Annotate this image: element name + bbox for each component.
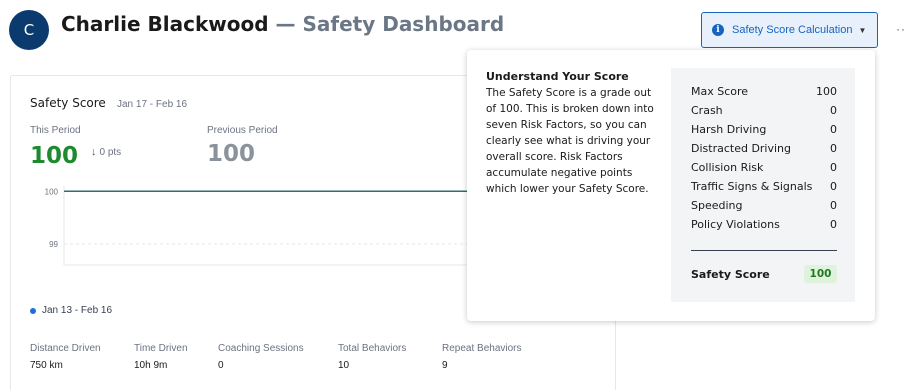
row-label: Traffic Signs & Signals — [691, 180, 813, 193]
row-value: 0 — [830, 161, 837, 174]
row-label: Policy Violations — [691, 218, 780, 231]
y-tick-label: 100 — [45, 187, 59, 196]
stat-label: Time Driven — [134, 343, 188, 354]
score-calculation-popover: Understand Your Score The Safety Score i… — [467, 50, 875, 321]
breakdown-row: Crash 0 — [691, 104, 837, 117]
popover-heading: Understand Your Score — [486, 70, 629, 83]
row-value: 0 — [830, 218, 837, 231]
this-period-score: 100 — [30, 143, 79, 169]
row-label: Max Score — [691, 85, 749, 98]
previous-period-score: 100 — [207, 141, 256, 167]
previous-period-label: Previous Period — [207, 125, 278, 136]
stat-time: Time Driven 10h 9m — [134, 343, 188, 371]
stat-value: 0 — [218, 360, 224, 371]
row-label: Distracted Driving — [691, 142, 792, 155]
caret-down-icon: ▼ — [858, 25, 867, 35]
row-label: Speeding — [691, 199, 743, 212]
delta-value: 0 pts — [99, 146, 122, 158]
total-score-badge: 100 — [804, 265, 837, 283]
popover-body: The Safety Score is a grade out of 100. … — [486, 87, 654, 195]
stat-value: 750 km — [30, 360, 63, 371]
row-value: 0 — [830, 104, 837, 117]
row-label: Harsh Driving — [691, 123, 767, 136]
score-breakdown: Max Score 100 Crash 0 Harsh Driving 0 Distr… — [671, 68, 855, 302]
title-separator: — — [275, 12, 296, 36]
card-date-range: Jan 17 - Feb 16 — [117, 99, 188, 110]
row-label: Collision Risk — [691, 161, 764, 174]
stat-value: 10h 9m — [134, 360, 168, 371]
avatar[interactable]: C — [9, 10, 49, 50]
stat-label: Distance Driven — [30, 343, 101, 354]
stat-coaching: Coaching Sessions 0 — [218, 343, 304, 371]
breakdown-row: Harsh Driving 0 — [691, 123, 837, 136]
driver-name: Charlie Blackwood — [61, 12, 269, 36]
this-period-label: This Period — [30, 125, 81, 136]
breakdown-row: Max Score 100 — [691, 85, 837, 98]
stat-distance: Distance Driven 750 km — [30, 343, 101, 371]
stat-repeat-behaviors: Repeat Behaviors 9 — [442, 343, 522, 371]
info-icon: i — [712, 24, 724, 36]
stat-label: Coaching Sessions — [218, 343, 304, 354]
legend-label: Jan 13 - Feb 16 — [42, 305, 113, 316]
row-value: 0 — [830, 142, 837, 155]
arrow-down-icon: ↓ — [91, 146, 97, 158]
more-options-icon[interactable]: ·· — [896, 22, 906, 36]
stat-value: 9 — [442, 360, 448, 371]
breakdown-divider — [691, 250, 837, 251]
row-value: 0 — [830, 180, 837, 193]
breakdown-row: Traffic Signs & Signals 0 — [691, 180, 837, 193]
row-value: 100 — [816, 85, 837, 98]
safety-score-calculation-button[interactable]: i Safety Score Calculation ▼ — [701, 12, 878, 48]
total-label: Safety Score — [691, 268, 770, 281]
breakdown-row: Policy Violations 0 — [691, 218, 837, 231]
page-subtitle: Safety Dashboard — [302, 12, 505, 36]
row-value: 0 — [830, 199, 837, 212]
page-title: Charlie Blackwood — Safety Dashboard — [61, 12, 504, 36]
score-delta: ↓ 0 pts — [91, 146, 121, 158]
popover-explanation: Understand Your Score The Safety Score i… — [486, 69, 656, 197]
score-chart: 100 99 — [45, 186, 470, 266]
breakdown-row: Collision Risk 0 — [691, 161, 837, 174]
card-title: Safety Score — [30, 96, 106, 110]
row-value: 0 — [830, 123, 837, 136]
row-label: Crash — [691, 104, 723, 117]
chart-axis-frame — [63, 186, 470, 266]
y-tick-label: 99 — [49, 240, 58, 249]
calc-button-label: Safety Score Calculation — [732, 24, 853, 36]
stat-label: Repeat Behaviors — [442, 343, 522, 354]
stat-value: 10 — [338, 360, 350, 371]
stat-total-behaviors: Total Behaviors 10 — [338, 343, 406, 371]
stat-label: Total Behaviors — [338, 343, 407, 354]
breakdown-row: Distracted Driving 0 — [691, 142, 837, 155]
legend-dot — [30, 308, 36, 314]
breakdown-row: Speeding 0 — [691, 199, 837, 212]
